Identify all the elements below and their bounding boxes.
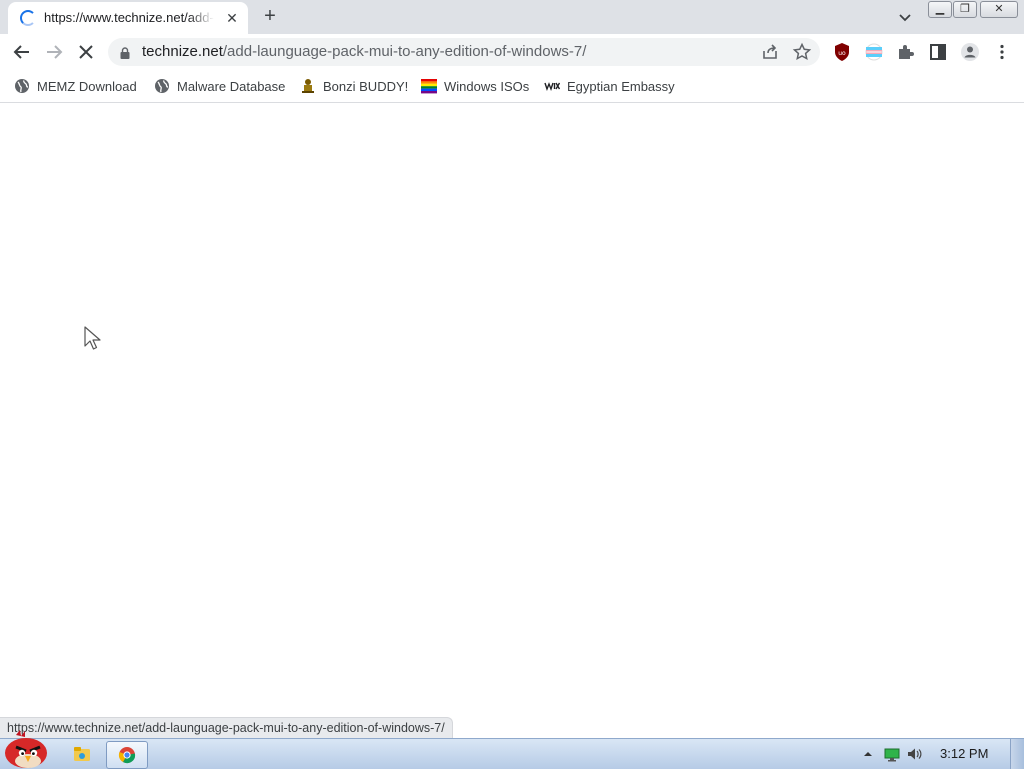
start-button-angry-bird-icon[interactable]	[2, 729, 52, 769]
new-tab-button[interactable]: +	[258, 5, 282, 29]
window-controls: ▁ ❐ ✕	[928, 1, 1020, 18]
taskbar-explorer-button[interactable]	[62, 741, 102, 767]
tab-title: https://www.technize.net/add-launguage-p…	[44, 10, 214, 25]
lock-icon[interactable]	[120, 46, 130, 59]
bookmark-label: Windows ISOs	[444, 78, 530, 94]
ublock-origin-icon[interactable]: uo	[832, 42, 852, 62]
bookmark-star-icon[interactable]	[792, 42, 812, 62]
url-host: technize.net	[142, 43, 223, 60]
tab-strip: https://www.technize.net/add-launguage-p…	[0, 0, 1024, 34]
side-panel-icon[interactable]	[928, 42, 948, 62]
tab-search-chevron-icon[interactable]	[895, 7, 915, 27]
status-bubble: https://www.technize.net/add-launguage-p…	[0, 717, 453, 738]
back-arrow-icon[interactable]	[10, 40, 34, 64]
url-path: /add-launguage-pack-mui-to-any-edition-o…	[222, 43, 587, 60]
globe-icon	[154, 78, 170, 94]
stop-loading-icon[interactable]	[74, 40, 98, 64]
folder-icon	[73, 745, 91, 768]
network-icon[interactable]	[884, 746, 900, 762]
close-window-button[interactable]: ✕	[980, 1, 1018, 18]
bookmark-label: Egyptian Embassy	[567, 78, 675, 94]
bookmark-bonzi-buddy[interactable]: Bonzi BUDDY!	[300, 76, 408, 96]
globe-icon	[14, 78, 30, 94]
restore-button[interactable]: ❐	[953, 1, 977, 18]
share-icon[interactable]	[760, 42, 780, 62]
tab-active[interactable]: https://www.technize.net/add-launguage-p…	[8, 2, 248, 34]
show-desktop-button[interactable]	[1010, 739, 1024, 769]
show-hidden-icons-chevron-icon[interactable]	[860, 746, 876, 762]
volume-speaker-icon[interactable]	[906, 746, 922, 762]
svg-text:uo: uo	[838, 50, 846, 57]
close-tab-icon[interactable]: ✕	[222, 8, 242, 28]
address-bar[interactable]: technize.net/add-launguage-pack-mui-to-a…	[108, 38, 820, 66]
wix-icon	[544, 78, 561, 94]
toolbar: technize.net/add-launguage-pack-mui-to-a…	[0, 34, 1024, 70]
bookmark-memz-download[interactable]: MEMZ Download	[14, 76, 137, 96]
bookmark-windows-isos[interactable]: Windows ISOs	[421, 76, 529, 96]
bookmark-label: Bonzi BUDDY!	[323, 78, 409, 94]
page-content[interactable]	[0, 103, 1024, 737]
rainbow-flag-icon	[421, 78, 437, 94]
bookmarks-bar: MEMZ Download Malware Database Bonzi BUD…	[0, 70, 1024, 103]
bonzi-icon	[300, 78, 316, 94]
trans-flag-extension-icon[interactable]	[864, 42, 884, 62]
bookmark-label: MEMZ Download	[37, 78, 137, 94]
extensions-puzzle-icon[interactable]	[896, 42, 916, 62]
menu-kebab-icon[interactable]	[992, 42, 1012, 62]
taskbar: 3:12 PM	[0, 730, 1024, 769]
url-text[interactable]: technize.net/add-launguage-pack-mui-to-a…	[142, 43, 586, 61]
chrome-icon	[118, 746, 136, 769]
forward-arrow-icon[interactable]	[42, 40, 66, 64]
minimize-button[interactable]: ▁	[928, 1, 952, 18]
profile-avatar-icon[interactable]	[960, 42, 980, 62]
bookmark-malware-database[interactable]: Malware Database	[154, 76, 285, 96]
mouse-cursor-icon	[84, 326, 102, 352]
taskbar-chrome-button[interactable]	[106, 741, 148, 769]
loading-spinner-icon	[20, 10, 36, 26]
bookmark-label: Malware Database	[177, 78, 286, 94]
bookmark-egyptian-embassy[interactable]: Egyptian Embassy	[544, 76, 675, 96]
clock-time[interactable]: 3:12 PM	[940, 746, 988, 761]
